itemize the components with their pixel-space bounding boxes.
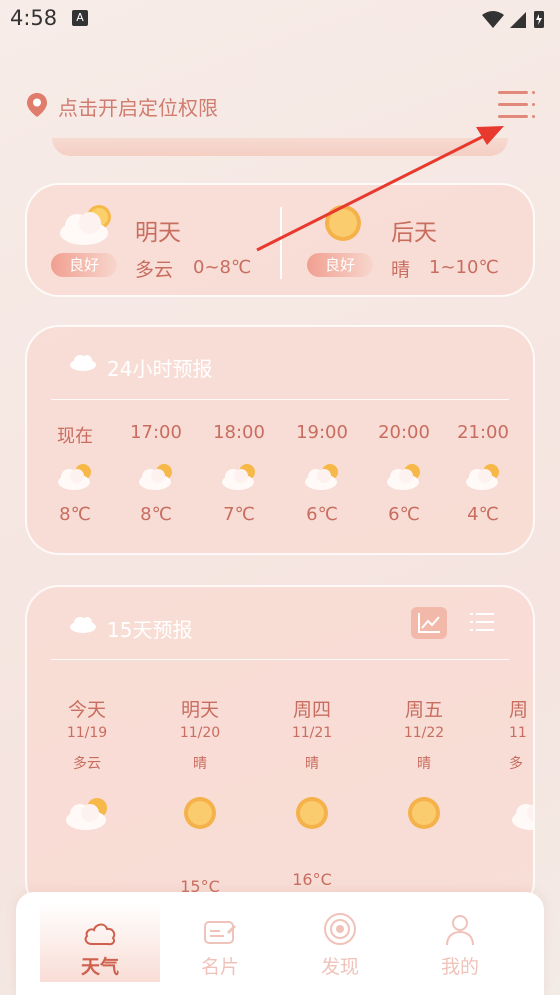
partly-cloudy-icon (509, 783, 533, 843)
day-condition: 多 (509, 756, 523, 772)
nav-label: 我的 (440, 956, 479, 978)
divider (280, 207, 282, 279)
hour-temp: 6℃ (306, 504, 338, 525)
hour-time: 19:00 (296, 422, 348, 443)
daily-title: 15天预报 (107, 618, 193, 642)
day-name: 明天 (180, 699, 219, 721)
status-time: 4:58 (10, 6, 58, 30)
nav-label: 天气 (80, 956, 119, 978)
hour-item: 20:00 6℃ (369, 422, 439, 525)
hour-time: 21:00 (457, 422, 509, 443)
after-tomorrow-forecast[interactable]: 后天 良好 晴 1~10℃ (283, 185, 533, 295)
status-icons (480, 8, 548, 34)
nav-label: 发现 (320, 956, 359, 978)
hour-item: 现在 8℃ (40, 422, 110, 525)
day-name: 周 (509, 699, 529, 721)
forecast-day: 后天 (391, 220, 437, 246)
list-view-icon[interactable] (469, 609, 495, 635)
day-high-temp: 16°C (292, 870, 332, 889)
nav-discover[interactable]: 发现 (280, 902, 400, 982)
daily-forecast-card[interactable]: 15天预报 今天 11/19 多云 明天 11/20 晴 周四 11/21 晴 … (25, 585, 535, 915)
location-pin-icon[interactable] (26, 92, 48, 122)
nav-label: 名片 (200, 956, 239, 978)
day-name: 周四 (292, 699, 331, 721)
cloud-icon (40, 902, 160, 946)
day-condition: 晴 (417, 756, 431, 772)
day-date: 11/20 (179, 725, 221, 741)
current-weather-card-edge (52, 138, 508, 156)
sun-icon (379, 783, 469, 843)
partly-cloudy-icon (369, 448, 439, 504)
separator (51, 399, 509, 400)
forecast-temp-range: 0~8℃ (193, 257, 252, 278)
hour-item: 19:00 6℃ (287, 422, 357, 525)
day-item: 周五 11/22 晴 (379, 695, 469, 843)
sun-icon (155, 783, 245, 843)
day-date: 11 (509, 725, 527, 741)
menu-icon[interactable] (496, 88, 536, 122)
air-quality-badge: 良好 (307, 253, 373, 277)
nav-card[interactable]: 名片 (160, 902, 280, 982)
sun-icon (323, 203, 363, 247)
chart-view-icon[interactable] (411, 607, 447, 639)
hour-time: 现在 (57, 426, 93, 447)
hour-temp: 8℃ (140, 504, 172, 525)
day-condition: 晴 (193, 756, 207, 772)
hour-time: 17:00 (130, 422, 182, 443)
day-item: 周 11 多 (509, 695, 533, 843)
day-date: 11/21 (291, 725, 333, 741)
card-icon (160, 902, 280, 946)
bottom-nav: 天气 名片 发现 我的 (16, 892, 544, 995)
cloud-icon (69, 353, 97, 375)
hour-time: 20:00 (378, 422, 430, 443)
forecast-condition: 多云 (135, 259, 174, 281)
sun-icon (267, 783, 357, 843)
forecast-condition: 晴 (391, 259, 411, 281)
air-quality-badge: 良好 (51, 253, 117, 277)
wifi-icon (482, 11, 504, 28)
day-date: 11/19 (66, 725, 108, 741)
status-bar: 4:58 A (0, 0, 560, 40)
partly-cloudy-icon (287, 448, 357, 504)
day-item: 明天 11/20 晴 (155, 695, 245, 843)
day-date: 11/22 (403, 725, 445, 741)
day-item: 周四 11/21 晴 (267, 695, 357, 843)
partly-cloudy-icon (121, 448, 191, 504)
day-name: 今天 (67, 699, 106, 721)
forecast-day: 明天 (135, 220, 181, 246)
partly-cloudy-icon (42, 783, 132, 843)
hour-item: 18:00 7℃ (204, 422, 274, 525)
tomorrow-forecast[interactable]: 明天 良好 多云 0~8℃ (27, 185, 277, 295)
day-condition: 晴 (305, 756, 319, 772)
notification-icon: A (72, 10, 88, 26)
hourly-title: 24小时预报 (107, 357, 213, 381)
partly-cloudy-icon (40, 448, 110, 504)
partly-cloudy-icon (451, 448, 515, 504)
day-condition: 多云 (73, 756, 101, 772)
user-icon (400, 902, 520, 946)
hour-temp: 6℃ (388, 504, 420, 525)
location-permission-link[interactable]: 点击开启定位权限 (58, 92, 218, 121)
hour-item: 21:00 4℃ (451, 422, 515, 525)
day-item: 今天 11/19 多云 (42, 695, 132, 843)
cloud-icon (69, 615, 97, 637)
hour-temp: 7℃ (223, 504, 255, 525)
hour-temp: 8℃ (59, 504, 91, 525)
two-day-forecast-card[interactable]: 明天 良好 多云 0~8℃ 后天 良好 晴 1~10℃ (25, 183, 535, 297)
hour-item: 17:00 8℃ (121, 422, 191, 525)
hour-time: 18:00 (213, 422, 265, 443)
hour-temp: 4℃ (467, 504, 499, 525)
hourly-forecast-card[interactable]: 24小时预报 现在 8℃ 17:00 8℃ 18:00 7℃ 19:00 6℃ … (25, 325, 535, 555)
discover-icon (280, 902, 400, 946)
nav-weather[interactable]: 天气 (40, 902, 160, 982)
day-name: 周五 (404, 699, 443, 721)
partly-cloudy-icon (57, 201, 115, 251)
partly-cloudy-icon (204, 448, 274, 504)
signal-icon (510, 12, 526, 28)
nav-profile[interactable]: 我的 (400, 902, 520, 982)
separator (51, 659, 509, 660)
forecast-temp-range: 1~10℃ (429, 257, 499, 278)
